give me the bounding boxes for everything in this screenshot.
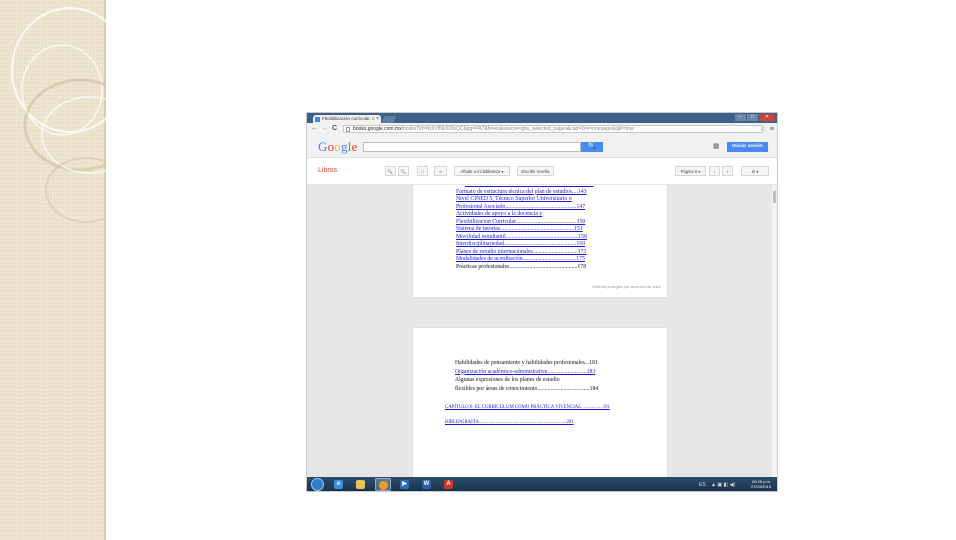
book-page: CAPÍTULO 6: EL CURRÍCULUM COMO PRÁCTICA …: [413, 328, 667, 477]
add-to-library-button[interactable]: Añadir a mi biblioteca ▾: [454, 166, 510, 176]
page-select-dropdown[interactable]: Página 9 ▾: [675, 166, 706, 176]
clock-date: 27/03/2015: [750, 484, 771, 489]
apps-grid-icon[interactable]: ▦: [713, 143, 720, 151]
file-explorer-icon: [356, 480, 365, 489]
toc-entry[interactable]: Movilidad estudiantil...................…: [456, 234, 587, 241]
chrome-icon: [379, 481, 388, 490]
logo-letter: G: [318, 139, 328, 154]
taskbar-app-button[interactable]: A: [441, 478, 457, 491]
media-player-icon: ▶: [400, 480, 409, 489]
books-toolbar: Libros 🔍 🔍 ⛶ ∞ Añadir a mi biblioteca ▾ …: [307, 158, 777, 185]
zoom-out-icon[interactable]: 🔍: [398, 166, 409, 176]
next-page-button[interactable]: ›: [722, 166, 733, 176]
forward-arrow-icon[interactable]: →: [321, 125, 328, 133]
book-page: Material protegido por derechos de autor…: [413, 185, 667, 297]
libros-title[interactable]: Libros: [318, 167, 337, 174]
toc-entry[interactable]: Formato de estructura técnica del plan d…: [456, 189, 587, 196]
scrollbar-thumb[interactable]: [773, 191, 776, 203]
close-window-button[interactable]: ✕: [759, 114, 775, 121]
toc-entry-bibliography[interactable]: BIBLIOGRAFÍA............................…: [445, 419, 574, 426]
toc-entry: Prácticas profesionales.................…: [456, 263, 587, 270]
toc-entry[interactable]: Nivel CINED 5, Técnico Superior Universi…: [456, 196, 572, 203]
google-logo[interactable]: Google: [318, 139, 358, 155]
toc-entry[interactable]: Actividades de apoyo a la docencia y: [456, 211, 542, 218]
toc-entry: flexibles por áreas de conocimiento.....…: [455, 385, 599, 392]
sign-in-button[interactable]: Iniciar sesión: [727, 142, 768, 152]
link-icon[interactable]: ∞: [434, 166, 447, 176]
language-indicator[interactable]: ES: [699, 482, 706, 488]
clock[interactable]: 06:26 p.m. 27/03/2015: [751, 479, 771, 489]
internet-explorer-icon: e: [334, 480, 343, 489]
toc-entry-chapter-6[interactable]: CAPÍTULO 6: EL CURRÍCULUM COMO PRÁCTICA …: [445, 404, 610, 411]
logo-letter: o: [334, 139, 341, 154]
start-button[interactable]: [311, 478, 324, 491]
taskbar-app-button[interactable]: W: [419, 478, 435, 491]
swirl-ornament: [11, 7, 106, 223]
toc-entry: Habilidades de pensamiento y habilidades…: [455, 360, 598, 366]
book-viewer[interactable]: Material protegido por derechos de autor…: [307, 185, 777, 477]
google-books-favicon-icon: [315, 116, 320, 122]
word-icon: W: [422, 480, 431, 489]
google-header: Google 🔍 ▦ Iniciar sesión: [307, 135, 777, 158]
address-bar[interactable]: books.google.com.mx/books?id=NrXVfNUO0bQ…: [343, 125, 763, 133]
previous-page-button[interactable]: ‹: [709, 166, 720, 176]
taskbar-app-button[interactable]: ▶: [397, 478, 413, 491]
page-icon: [346, 127, 350, 132]
maximize-button[interactable]: □: [747, 114, 758, 121]
toc-entry[interactable]: Sistema de tutorías.....................…: [456, 226, 583, 233]
logo-letter: g: [341, 139, 348, 154]
back-arrow-icon[interactable]: ←: [311, 125, 318, 133]
reload-icon[interactable]: C: [332, 125, 337, 133]
search-button[interactable]: 🔍: [581, 142, 603, 152]
settings-gear-icon[interactable]: ⚙ ▾: [741, 166, 769, 176]
zoom-in-icon[interactable]: 🔍: [385, 166, 396, 176]
windows-taskbar: e ▶ W A ES ▲ ▣ ◧ ◀) 06:26 p.m. 27/03/2015: [307, 477, 777, 491]
url-host: books.google.com.mx: [353, 126, 402, 132]
taskbar-app-button[interactable]: e: [331, 478, 347, 491]
toc-entry[interactable]: Interdisciplinariedad...................…: [456, 241, 585, 248]
tray-icons[interactable]: ▲ ▣ ◧ ◀): [711, 482, 735, 488]
acrobat-icon: A: [444, 480, 453, 489]
logo-letter: e: [351, 139, 358, 154]
browser-tab[interactable]: Flexibilización curricular: c ×: [313, 115, 381, 123]
copyright-watermark: Material protegido por derechos de autor: [592, 285, 661, 289]
search-input[interactable]: [363, 142, 581, 152]
toc-entry[interactable]: Flexibilización Curricular..............…: [456, 219, 585, 226]
tab-title: Flexibilización curricular: c: [322, 116, 375, 121]
new-tab-button[interactable]: [381, 116, 397, 123]
toc-entry[interactable]: Profesional Asociado....................…: [456, 204, 585, 211]
write-review-button[interactable]: Escribir reseña: [517, 166, 554, 176]
url-path: /books?id=NrXVfNUO0bQC&pg=PA7&hl=es&sour…: [401, 126, 635, 132]
taskbar-app-button[interactable]: [353, 478, 369, 491]
scrollbar[interactable]: [772, 185, 777, 477]
fullscreen-icon[interactable]: ⛶: [417, 166, 428, 176]
toc-entry: Algunas expresiones de los planes de est…: [455, 377, 560, 383]
toc-entry[interactable]: Organización académico-administrativa...…: [455, 369, 595, 376]
toc-entry[interactable]: Modalidades de acreditación.............…: [456, 256, 585, 263]
tab-close-icon[interactable]: ×: [376, 115, 379, 123]
taskbar-app-button[interactable]: [375, 478, 391, 491]
browser-window: Flexibilización curricular: c × – □ ✕ ← …: [306, 112, 778, 492]
toc-entry[interactable]: Planes de estudio internacionales.......…: [456, 249, 586, 256]
title-bar: Flexibilización curricular: c × – □ ✕: [307, 113, 777, 123]
minimize-button[interactable]: –: [735, 114, 746, 121]
